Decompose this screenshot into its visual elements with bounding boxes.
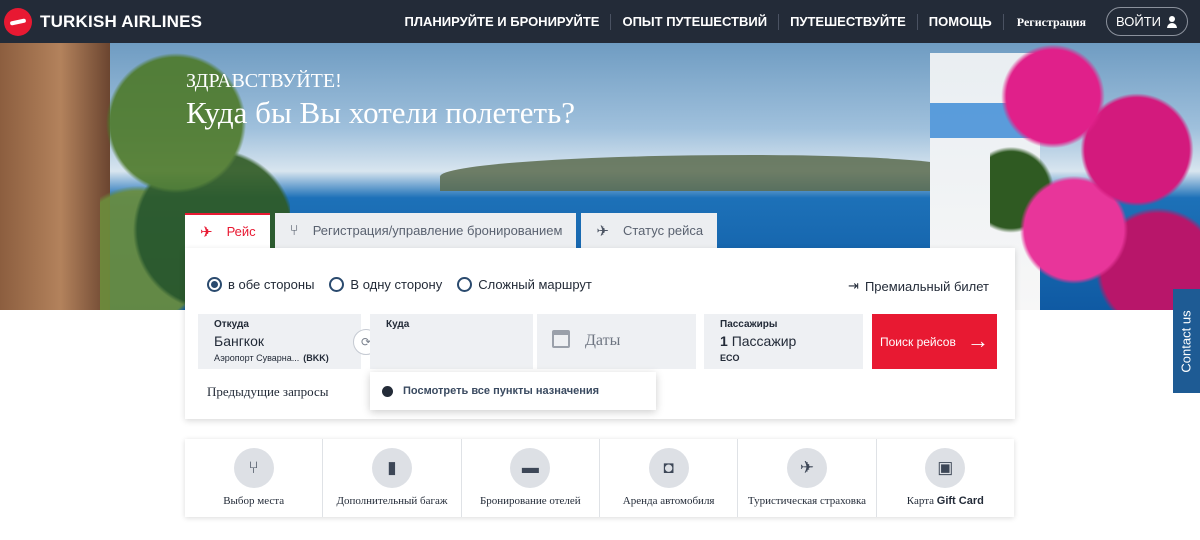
service-label: Бронирование отелей [479, 495, 581, 507]
passengers-label: Пассажиры [720, 319, 778, 330]
contact-us-label: Contact us [1179, 309, 1194, 373]
radio-round-trip-label: в обе стороны [228, 277, 315, 292]
radio-multi-city[interactable]: Сложный маршрут [457, 277, 592, 292]
search-flights-label: Поиск рейсов [880, 334, 956, 349]
gift-card-name: Gift Card [936, 495, 984, 507]
nav-help[interactable]: ПОМОЩЬ [918, 13, 1004, 30]
service-car-rental[interactable]: ◘ Аренда автомобиля [600, 439, 739, 517]
from-field[interactable]: Откуда Бангкок Аэропорт Суварна... (BKK) [198, 314, 361, 369]
booking-panel: в обе стороны В одну сторону Сложный мар… [185, 248, 1015, 419]
turkish-airlines-logo-icon [4, 7, 32, 36]
arrow-right-icon: → [967, 328, 989, 353]
dates-placeholder: Даты [585, 332, 621, 349]
radio-dot-selected [207, 277, 222, 292]
brand-logo[interactable]: TURKISH AIRLINES [4, 7, 203, 36]
tab-checkin-manage[interactable]: ⑂ Регистрация/управление бронированием [274, 213, 577, 248]
service-travel-insurance[interactable]: ✈ Туристическая страховка [738, 439, 877, 517]
service-seat-selection[interactable]: ⑂ Выбор места [185, 439, 324, 517]
hero-stone-wall [0, 43, 110, 310]
from-airport: Аэропорт Суварна... (BKK) [214, 353, 329, 363]
radio-one-way-label: В одну сторону [350, 277, 443, 292]
tab-flight-status[interactable]: ✈ Статус рейса [581, 213, 718, 248]
plane-icon: ✈ [200, 223, 213, 241]
contact-us-tab[interactable]: Contact us [1173, 289, 1200, 393]
insurance-shield-icon: ✈ [786, 448, 827, 488]
login-label: ВОЙТИ [1116, 14, 1161, 29]
hero-flowers [990, 43, 1200, 310]
view-all-destinations-label: Посмотреть все пункты назначения [403, 385, 600, 397]
service-label: Туристическая страховка [747, 495, 867, 507]
nav-experience[interactable]: ОПЫТ ПУТЕШЕСТВИЙ [611, 13, 780, 30]
service-label: Аренда автомобиля [622, 495, 715, 507]
previous-searches-link[interactable]: Предыдущие запросы [207, 384, 328, 400]
nav-plan-book[interactable]: ПЛАНИРУЙТЕ И БРОНИРУЙТЕ [394, 13, 612, 30]
premium-ticket-link[interactable]: ⇥ Премиальный билет [848, 278, 989, 294]
brand-name: TURKISH AIRLINES [40, 11, 203, 31]
baggage-icon: ▮ [371, 448, 412, 488]
service-hotel-booking[interactable]: ▬ Бронирование отелей [462, 439, 600, 517]
gift-card-prefix: Карта [906, 495, 935, 507]
user-icon [1166, 15, 1178, 28]
service-extra-baggage[interactable]: ▮ Дополнительный багаж [323, 439, 462, 517]
service-label: Карта Gift Card [877, 495, 1014, 507]
hero-island [440, 155, 960, 191]
hero-greeting: ЗДРАВСТВУЙТЕ! [186, 70, 342, 92]
cabin-class: ECO [720, 353, 740, 363]
destinations-dropdown[interactable]: Посмотреть все пункты назначения [370, 372, 656, 410]
from-value: Бангкок [214, 333, 265, 349]
to-label: Куда [386, 319, 410, 330]
premium-ticket-label: Премиальный билет [864, 278, 989, 294]
passengers-unit: Пассажир [731, 333, 797, 349]
services-bar: ⑂ Выбор места ▮ Дополнительный багаж ▬ Б… [185, 439, 1014, 517]
passengers-field[interactable]: Пассажиры 1 Пассажир ECO [704, 314, 863, 369]
seat-select-icon: ⑂ [233, 448, 274, 488]
trip-type-selector: в обе стороны В одну сторону Сложный мар… [207, 277, 607, 292]
service-label: Выбор места [223, 495, 285, 507]
login-arrow-icon: ⇥ [848, 278, 859, 293]
booking-tabs: ✈ Рейс ⑂ Регистрация/управление брониров… [185, 213, 722, 248]
nav-travel[interactable]: ПУТЕШЕСТВУЙТЕ [779, 13, 918, 30]
tab-flight[interactable]: ✈ Рейс [185, 213, 270, 248]
hotel-bed-icon: ▬ [510, 448, 551, 488]
service-label: Дополнительный багаж [336, 495, 448, 507]
from-airport-name: Аэропорт Суварна... [214, 353, 300, 363]
service-gift-card[interactable]: ▣ Карта Gift Card [877, 439, 1014, 517]
login-button[interactable]: ВОЙТИ [1106, 7, 1188, 36]
from-label: Откуда [214, 319, 249, 330]
car-icon: ◘ [648, 448, 689, 488]
passengers-value: 1 Пассажир [720, 333, 796, 349]
top-header: TURKISH AIRLINES ПЛАНИРУЙТЕ И БРОНИРУЙТЕ… [0, 0, 1200, 43]
radio-one-way[interactable]: В одну сторону [329, 277, 442, 292]
tab-status-label: Статус рейса [622, 223, 704, 238]
search-flights-button[interactable]: Поиск рейсов → [872, 314, 997, 369]
radio-round-trip[interactable]: в обе стороны [207, 277, 314, 292]
from-airport-code: (BKK) [303, 353, 329, 363]
gift-icon: ▣ [925, 448, 966, 488]
radio-dot [457, 277, 473, 292]
to-field[interactable]: Куда [370, 314, 533, 369]
calendar-icon [552, 330, 570, 348]
radio-dot [329, 277, 345, 292]
dates-field[interactable]: Даты [537, 314, 696, 369]
tab-checkin-label: Регистрация/управление бронированием [312, 223, 563, 238]
hero-title: Куда бы Вы хотели полететь? [186, 95, 575, 130]
globe-icon [382, 385, 393, 397]
passengers-count: 1 [720, 333, 728, 349]
main-nav: ПЛАНИРУЙТЕ И БРОНИРУЙТЕ ОПЫТ ПУТЕШЕСТВИЙ… [394, 0, 1200, 43]
flight-status-icon: ✈ [596, 222, 609, 240]
register-link[interactable]: Регистрация [1004, 14, 1106, 30]
seat-icon: ⑂ [289, 222, 299, 239]
tab-flight-label: Рейс [226, 224, 256, 239]
radio-multi-city-label: Сложный маршрут [478, 277, 592, 292]
